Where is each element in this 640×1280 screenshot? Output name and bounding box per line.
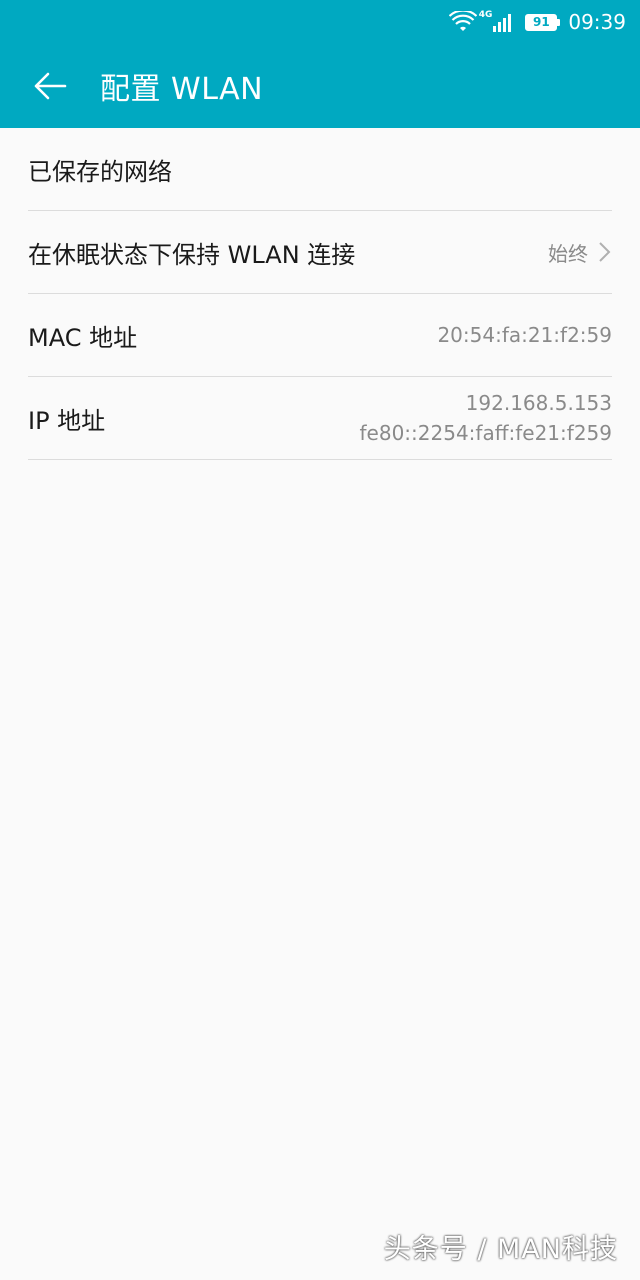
ipv4-address: 192.168.5.153: [465, 391, 612, 415]
keep-wlan-during-sleep-value: 始终: [548, 241, 588, 266]
screen: 4G 91 09:39 配置 WLAN 已保存的网络 在休眠状态下保持 WLAN…: [0, 0, 640, 1280]
settings-list: 已保存的网络 在休眠状态下保持 WLAN 连接 始终 MAC 地址 20:54:…: [0, 128, 640, 460]
ip-address-label: IP 地址: [28, 406, 106, 435]
mac-address-label: MAC 地址: [28, 323, 138, 352]
app-header: 4G 91 09:39 配置 WLAN: [0, 0, 640, 128]
arrow-left-icon: [34, 72, 67, 100]
status-time: 09:39: [568, 10, 626, 34]
wifi-icon: [448, 11, 477, 31]
watermark: 头条号 / MAN科技: [383, 1234, 618, 1265]
battery-tip: [557, 18, 561, 26]
signal-icon: [493, 14, 512, 32]
ipv6-address: fe80::2254:faff:fe21:f259: [359, 421, 612, 445]
keep-wlan-during-sleep-item[interactable]: 在休眠状态下保持 WLAN 连接 始终: [28, 211, 612, 294]
mac-address-value: 20:54:fa:21:f2:59: [437, 323, 612, 347]
ip-address-item: IP 地址 192.168.5.153 fe80::2254:faff:fe21…: [28, 377, 612, 460]
status-bar: 4G 91 09:39: [0, 0, 640, 44]
saved-networks-item[interactable]: 已保存的网络: [28, 128, 612, 211]
back-button[interactable]: [30, 66, 70, 106]
battery-level: 91: [525, 13, 558, 31]
page-title: 配置 WLAN: [100, 72, 264, 107]
toolbar: 配置 WLAN: [0, 44, 640, 128]
chevron-right-icon: [599, 242, 611, 262]
mac-address-item: MAC 地址 20:54:fa:21:f2:59: [28, 294, 612, 377]
keep-wlan-during-sleep-label: 在休眠状态下保持 WLAN 连接: [28, 240, 356, 269]
keep-wlan-during-sleep-value-group: 始终: [548, 238, 612, 267]
ip-address-values: 192.168.5.153 fe80::2254:faff:fe21:f259: [360, 388, 612, 448]
saved-networks-label: 已保存的网络: [28, 157, 172, 186]
network-type: 4G: [478, 10, 493, 20]
battery-icon: 91: [525, 13, 561, 31]
